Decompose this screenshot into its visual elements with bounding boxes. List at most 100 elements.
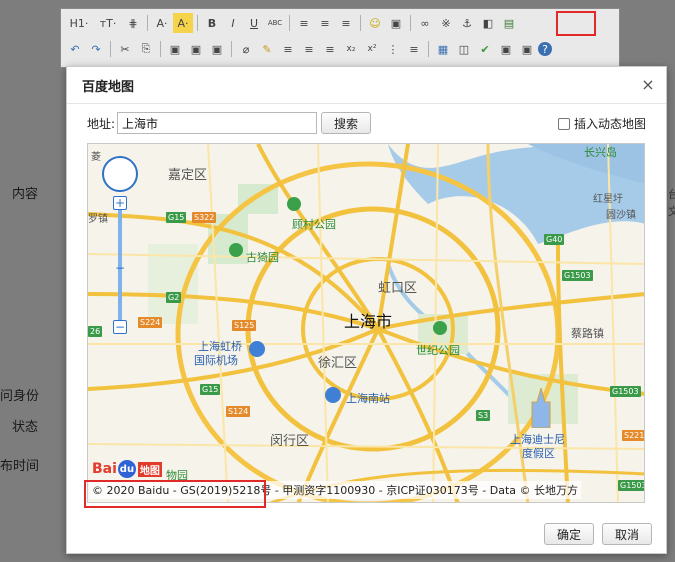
align-center-button[interactable]: ≡ bbox=[315, 13, 335, 33]
road-shield: S221 bbox=[622, 430, 645, 441]
dynamic-map-option[interactable]: 插入动态地图 bbox=[557, 115, 646, 132]
copyright-highlight bbox=[84, 480, 266, 508]
map-button-highlight bbox=[556, 11, 596, 36]
cancel-button[interactable]: 取消 bbox=[602, 523, 652, 545]
baidu-paw-icon: du bbox=[117, 460, 136, 478]
station-marker-icon bbox=[325, 387, 341, 403]
align-left-button[interactable]: ≡ bbox=[294, 13, 314, 33]
district-label: 闵行区 bbox=[270, 434, 310, 449]
road-shield: G40 bbox=[544, 234, 565, 245]
font-size-button[interactable]: тT· bbox=[94, 13, 122, 33]
dialog-title: 百度地图 bbox=[82, 79, 135, 95]
dialog-footer: 确定 取消 bbox=[544, 523, 652, 545]
unordered-list-icon[interactable]: ≡ bbox=[404, 39, 424, 59]
redo-icon[interactable]: ↷ bbox=[86, 39, 106, 59]
district-label: 蔡路镇 bbox=[571, 327, 604, 340]
link-icon[interactable]: ∞ bbox=[415, 13, 435, 33]
road-shield: G1503 bbox=[562, 270, 593, 281]
check-icon[interactable]: ✔ bbox=[475, 39, 495, 59]
cut-icon[interactable]: ✂ bbox=[115, 39, 135, 59]
indent-icon[interactable]: ≡ bbox=[278, 39, 298, 59]
address-input[interactable] bbox=[117, 112, 317, 134]
divider bbox=[410, 15, 411, 31]
content-label: 内容 bbox=[12, 187, 39, 202]
anchor-icon[interactable]: ⚓ bbox=[457, 13, 477, 33]
divider bbox=[147, 15, 148, 31]
road-shield: S322 bbox=[192, 212, 217, 223]
emoji-icon[interactable]: ☺ bbox=[365, 13, 385, 33]
justify-icon[interactable]: ≡ bbox=[320, 39, 340, 59]
poi-label: 度假区 bbox=[522, 447, 555, 460]
poi-label: 顾村公园 bbox=[292, 218, 336, 231]
help-icon[interactable]: ? bbox=[538, 42, 552, 56]
underline-button[interactable]: U bbox=[244, 13, 264, 33]
copy-icon[interactable]: ⎘ bbox=[136, 39, 156, 59]
brush-icon[interactable]: ✎ bbox=[257, 39, 277, 59]
dialog-header: 百度地图 × bbox=[67, 67, 666, 104]
video-icon[interactable]: ◧ bbox=[478, 13, 498, 33]
map-pan-control[interactable] bbox=[102, 156, 138, 192]
close-icon[interactable]: × bbox=[640, 77, 656, 93]
image-icon[interactable]: ▣ bbox=[386, 13, 406, 33]
divider bbox=[110, 41, 111, 57]
map-canvas[interactable]: + − − 嘉定区 虹口区 徐汇区 闵行区 菱 长兴岛 红星圩 圆沙镇 蔡路镇 … bbox=[87, 143, 645, 503]
logo-text: Bai bbox=[92, 461, 117, 477]
road-shield: G15 bbox=[166, 212, 187, 223]
outdent-icon[interactable]: ≡ bbox=[299, 39, 319, 59]
divider bbox=[197, 15, 198, 31]
paste-word-icon[interactable]: ▣ bbox=[207, 39, 227, 59]
address-label: 地址: bbox=[87, 116, 116, 131]
logo-map-word: 地图 bbox=[137, 461, 162, 477]
road-shield: G1503 bbox=[618, 480, 644, 491]
italic-button[interactable]: I bbox=[223, 13, 243, 33]
divider bbox=[231, 41, 232, 57]
zoom-out-button[interactable]: − bbox=[113, 320, 127, 334]
dynamic-map-label: 插入动态地图 bbox=[573, 117, 646, 131]
paste-icon[interactable]: ▣ bbox=[165, 39, 185, 59]
fullscreen-icon[interactable]: ▣ bbox=[496, 39, 516, 59]
identity-label: 问身份 bbox=[0, 389, 40, 404]
park-marker-icon bbox=[433, 321, 447, 335]
template-icon[interactable]: ▣ bbox=[517, 39, 537, 59]
district-label: 菱 bbox=[91, 152, 101, 163]
search-button[interactable]: 搜索 bbox=[321, 112, 371, 134]
superscript-button[interactable]: x² bbox=[362, 39, 382, 59]
park-marker-icon bbox=[229, 243, 243, 257]
divider bbox=[160, 41, 161, 57]
strikethrough-button[interactable]: ABC bbox=[265, 13, 285, 33]
editor-toolbar: H1· тT· ⋕ A· A· B I U ABC ≡ ≡ ≡ ☺ ▣ ∞ ※ … bbox=[60, 8, 620, 68]
paragraph-button[interactable]: ⋕ bbox=[123, 13, 143, 33]
road-shield: G2 bbox=[166, 292, 182, 303]
divider bbox=[428, 41, 429, 57]
city-label: 上海市 bbox=[344, 312, 393, 331]
baidu-map-logo: Bai du 地图 bbox=[92, 460, 162, 478]
eraser-icon[interactable]: ⌀ bbox=[236, 39, 256, 59]
dynamic-map-checkbox[interactable] bbox=[557, 117, 570, 130]
code-icon[interactable]: ◫ bbox=[454, 39, 474, 59]
right-edge-text: 台 bbox=[668, 188, 675, 201]
zoom-slider-handle[interactable]: − bbox=[113, 262, 127, 276]
road-shield: S3 bbox=[476, 410, 491, 421]
align-right-button[interactable]: ≡ bbox=[336, 13, 356, 33]
undo-icon[interactable]: ↶ bbox=[65, 39, 85, 59]
confirm-button[interactable]: 确定 bbox=[544, 523, 594, 545]
bold-button[interactable]: B bbox=[202, 13, 222, 33]
map-icon[interactable]: ▤ bbox=[499, 13, 519, 33]
paste-text-icon[interactable]: ▣ bbox=[186, 39, 206, 59]
poi-label: 上海南站 bbox=[346, 392, 390, 405]
font-color-button[interactable]: A· bbox=[152, 13, 172, 33]
address-row: 地址: 搜索 bbox=[87, 112, 371, 134]
subscript-button[interactable]: x₂ bbox=[341, 39, 361, 59]
district-label: 长兴岛 bbox=[584, 146, 617, 159]
table-icon[interactable]: ▦ bbox=[433, 39, 453, 59]
zoom-in-button[interactable]: + bbox=[113, 196, 127, 210]
bg-color-button[interactable]: A· bbox=[173, 13, 193, 33]
road-shield: S124 bbox=[226, 406, 251, 417]
road-shield: 26 bbox=[88, 326, 103, 337]
district-label: 嘉定区 bbox=[168, 168, 208, 183]
heading-button[interactable]: H1· bbox=[65, 13, 93, 33]
ordered-list-icon[interactable]: ⋮ bbox=[383, 39, 403, 59]
unlink-icon[interactable]: ※ bbox=[436, 13, 456, 33]
map-zoom-control: + − − bbox=[113, 196, 127, 340]
toolbar-row-1: H1· тT· ⋕ A· A· B I U ABC ≡ ≡ ≡ ☺ ▣ ∞ ※ … bbox=[65, 12, 519, 34]
